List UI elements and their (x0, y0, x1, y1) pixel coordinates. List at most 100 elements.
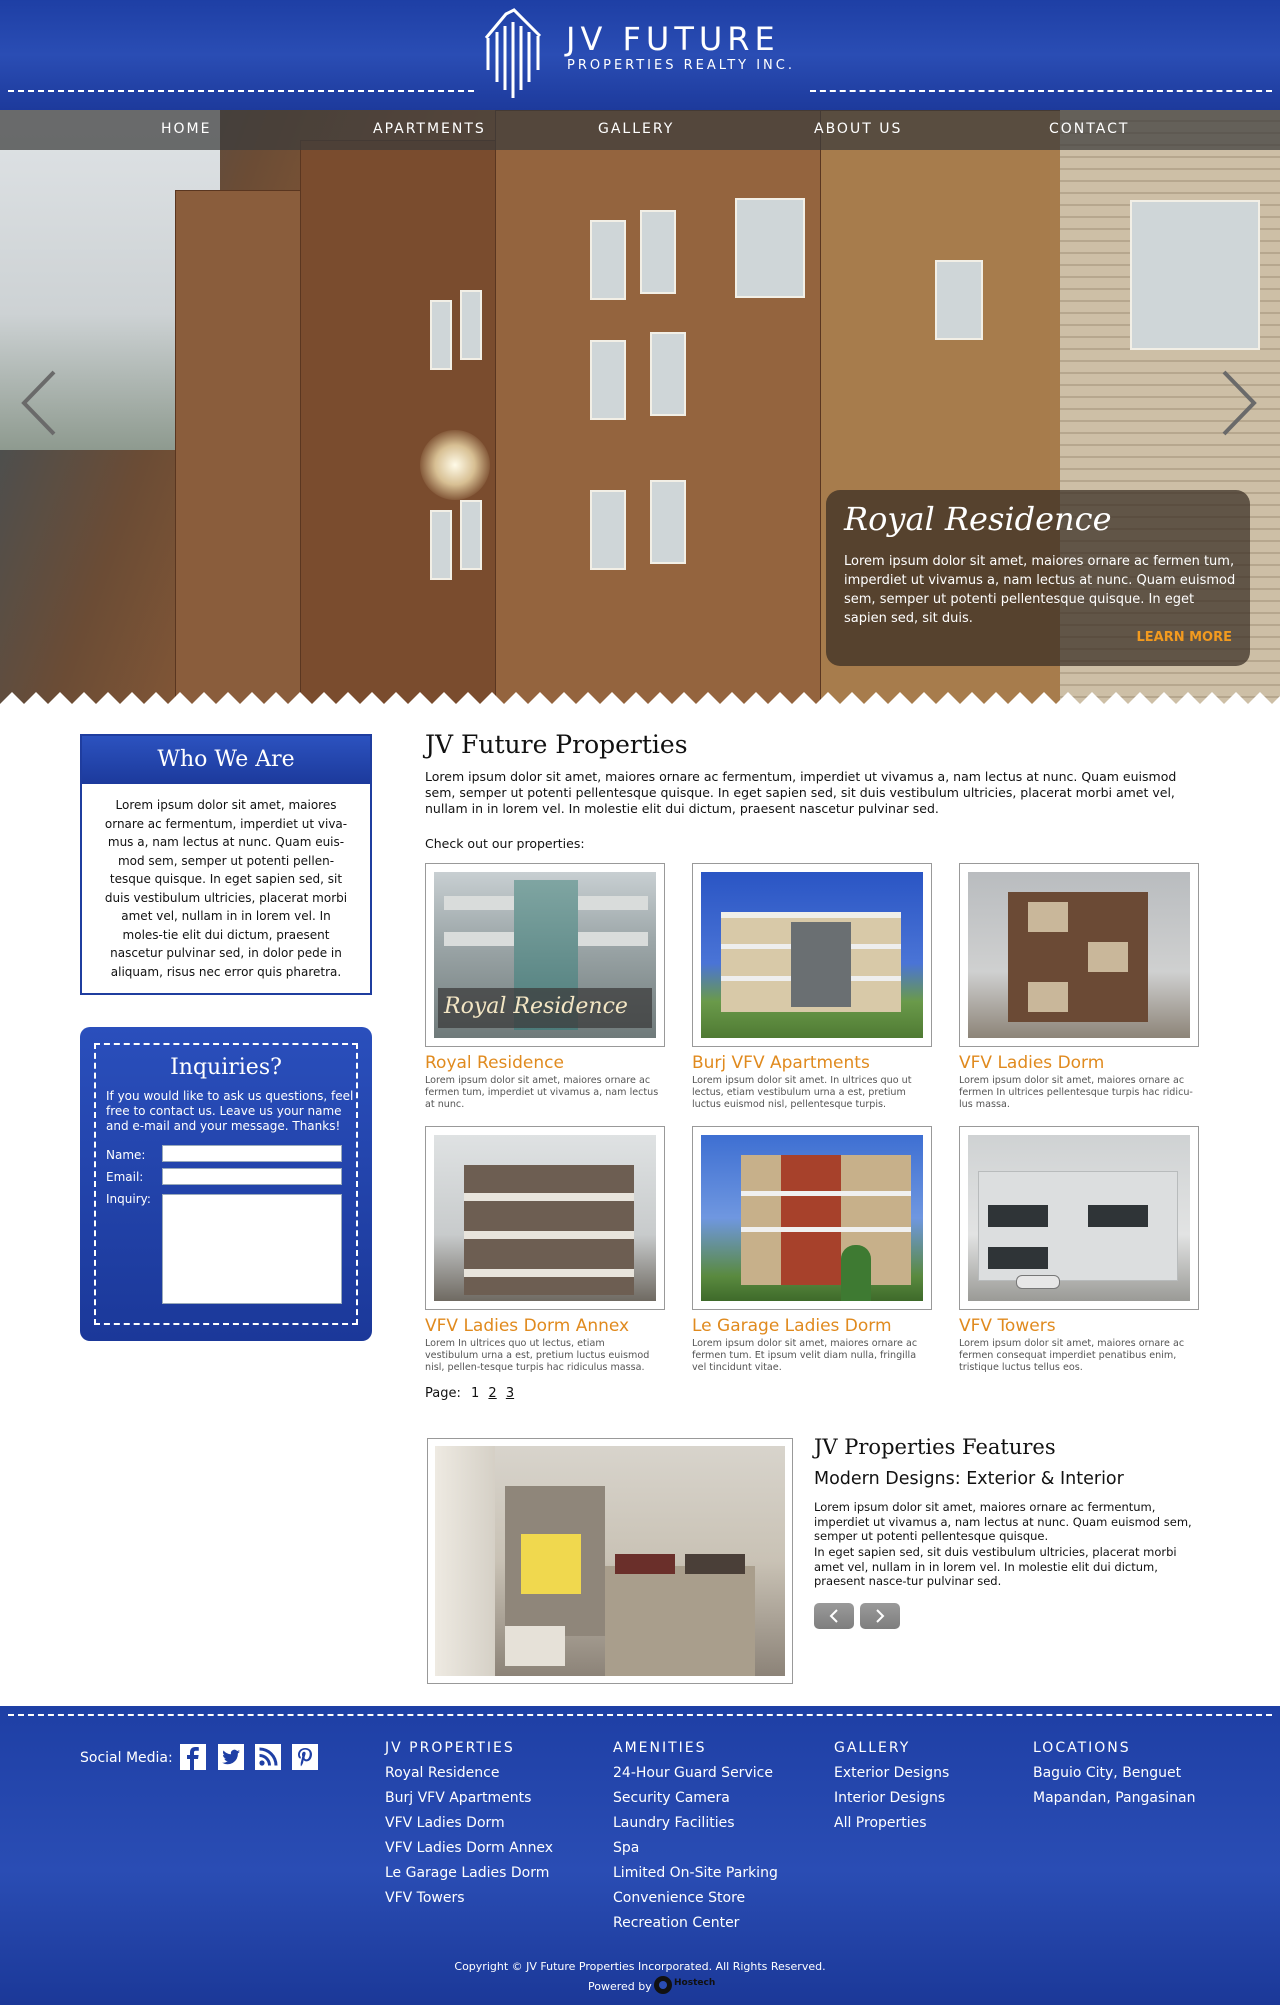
hero-building-mid (300, 140, 500, 710)
page-link[interactable]: 2 (488, 1386, 496, 1401)
footer-link[interactable]: Burj VFV Apartments (385, 1786, 553, 1811)
inquiry-textarea[interactable] (162, 1194, 342, 1304)
hero-window (650, 332, 686, 416)
property-name[interactable]: VFV Ladies Dorm Annex (425, 1316, 629, 1336)
property-image-royal-residence[interactable]: Royal Residence (434, 872, 656, 1038)
twitter-icon[interactable] (218, 1744, 244, 1770)
hero-sun (420, 430, 490, 500)
hero-window (590, 490, 626, 570)
property-name[interactable]: Royal Residence (425, 1053, 564, 1073)
who-we-are-title: Who We Are (82, 736, 370, 784)
learn-more-link[interactable]: LEARN MORE (1136, 630, 1232, 645)
page-title: JV Future Properties (425, 730, 688, 759)
chevron-left-icon[interactable] (20, 368, 60, 438)
footer-link[interactable]: Security Camera (613, 1786, 778, 1811)
email-field[interactable] (162, 1168, 342, 1185)
intro-paragraph: Lorem ipsum dolor sit amet, maiores orna… (425, 769, 1177, 816)
property-name[interactable]: Le Garage Ladies Dorm (692, 1316, 892, 1336)
page-link[interactable]: 3 (506, 1386, 514, 1401)
building-logo-icon[interactable] (484, 8, 542, 100)
footer-link[interactable]: Convenience Store (613, 1886, 778, 1911)
features-next-button[interactable] (860, 1603, 900, 1629)
hostech-logo[interactable]: Hostech (652, 1974, 736, 1996)
features-prev-button[interactable] (814, 1603, 854, 1629)
nav-contact[interactable]: CONTACT (1049, 121, 1129, 137)
footer-link[interactable]: Royal Residence (385, 1761, 553, 1786)
footer-heading: AMENITIES (613, 1740, 707, 1756)
footer-link[interactable]: All Properties (834, 1811, 949, 1836)
hero-caption: Royal Residence Lorem ipsum dolor sit am… (826, 490, 1250, 666)
property-name[interactable]: VFV Ladies Dorm (959, 1053, 1104, 1073)
powered-by-label: Powered by (588, 1980, 652, 1993)
name-label: Name: (106, 1148, 146, 1162)
property-desc: Lorem ipsum dolor sit amet, maiores orna… (959, 1338, 1185, 1373)
hero-window (735, 198, 805, 298)
footer-link[interactable]: Limited On-Site Parking (613, 1861, 778, 1886)
footer-link[interactable]: Interior Designs (834, 1786, 949, 1811)
property-name[interactable]: VFV Towers (959, 1316, 1056, 1336)
hero-window (460, 500, 482, 570)
pinterest-icon[interactable] (292, 1744, 318, 1770)
property-image-vfv-ladies-dorm-annex[interactable] (434, 1135, 656, 1301)
property-desc: Lorem ipsum dolor sit amet. In ultrices … (692, 1075, 912, 1110)
property-image-vfv-towers[interactable] (968, 1135, 1190, 1301)
hero-window (650, 480, 686, 564)
footer-link[interactable]: VFV Towers (385, 1886, 553, 1911)
nav-home[interactable]: HOME (161, 121, 211, 137)
inquiries-description: If you would like to ask us questions, f… (106, 1089, 354, 1133)
nav-about-us[interactable]: ABOUT US (814, 121, 902, 137)
footer-link[interactable]: Baguio City, Benguet (1033, 1761, 1195, 1786)
footer-dash (8, 1714, 1272, 1716)
who-we-are-body: Lorem ipsum dolor sit amet, maiores orna… (104, 798, 348, 979)
logo-subtitle: PROPERTIES REALTY INC. (567, 58, 795, 73)
footer-link[interactable]: Recreation Center (613, 1911, 778, 1936)
page-current[interactable]: 1 (471, 1386, 479, 1401)
hero-zigzag-edge (0, 692, 1280, 712)
copyright-text: Copyright © JV Future Properties Incorpo… (454, 1960, 826, 1973)
hero-window (460, 290, 482, 360)
footer-link[interactable]: Mapandan, Pangasinan (1033, 1786, 1195, 1811)
hero-window (430, 510, 452, 580)
footer-link[interactable]: VFV Ladies Dorm Annex (385, 1836, 553, 1861)
hero-window (935, 260, 983, 340)
hero-building-left (175, 190, 305, 710)
footer-column-properties: JV PROPERTIES Royal Residence Burj VFV A… (385, 1740, 553, 1911)
hostech-logo-text: Hostech (674, 1978, 716, 1988)
property-image-burj-vfv[interactable] (701, 872, 923, 1038)
rss-icon[interactable] (255, 1744, 281, 1770)
inquiries-form: Inquiries? If you would like to ask us q… (80, 1027, 372, 1341)
nav-gallery[interactable]: GALLERY (598, 121, 674, 137)
property-desc: Lorem ipsum dolor sit amet, maiores orna… (425, 1075, 659, 1110)
footer-link[interactable]: Exterior Designs (834, 1761, 949, 1786)
property-name[interactable]: Burj VFV Apartments (692, 1053, 870, 1073)
features-paragraph-2: In eget sapien sed, sit duis vestibulum … (814, 1545, 1177, 1588)
footer-link[interactable]: 24-Hour Guard Service (613, 1761, 778, 1786)
footer-column-gallery: GALLERY Exterior Designs Interior Design… (834, 1740, 949, 1836)
footer-link[interactable]: Le Garage Ladies Dorm (385, 1861, 553, 1886)
chevron-left-icon (829, 1609, 838, 1623)
facebook-icon[interactable] (180, 1744, 206, 1770)
name-field[interactable] (162, 1145, 342, 1162)
hero-window (590, 340, 626, 420)
hero-caption-body: Lorem ipsum dolor sit amet, maiores orna… (844, 554, 1236, 626)
page-label: Page: (425, 1386, 461, 1401)
feature-image-bedroom[interactable] (435, 1446, 785, 1676)
footer-link[interactable]: Spa (613, 1836, 778, 1861)
property-image-vfv-ladies-dorm[interactable] (968, 872, 1190, 1038)
hero-window (590, 220, 626, 300)
footer-heading: GALLERY (834, 1740, 911, 1756)
property-desc: Lorem ipsum dolor sit amet, maiores orna… (692, 1338, 918, 1373)
who-we-are-box: Who We Are Lorem ipsum dolor sit amet, m… (80, 734, 372, 995)
footer-link[interactable]: VFV Ladies Dorm (385, 1811, 553, 1836)
footer-link[interactable]: Laundry Facilities (613, 1811, 778, 1836)
nav-apartments[interactable]: APARTMENTS (373, 121, 486, 137)
footer-heading: JV PROPERTIES (385, 1740, 515, 1756)
property-image-le-garage[interactable] (701, 1135, 923, 1301)
chevron-right-icon[interactable] (1218, 368, 1258, 438)
property-desc: Lorem In ultrices quo ut lectus, etiam v… (425, 1338, 650, 1373)
site-header: JV FUTURE PROPERTIES REALTY INC. (0, 0, 1280, 110)
main-nav: HOME APARTMENTS GALLERY ABOUT US CONTACT (0, 110, 1280, 150)
footer-column-locations: LOCATIONS Baguio City, Benguet Mapandan,… (1033, 1740, 1195, 1811)
features-subtitle: Modern Designs: Exterior & Interior (814, 1469, 1124, 1489)
email-label: Email: (106, 1170, 144, 1184)
